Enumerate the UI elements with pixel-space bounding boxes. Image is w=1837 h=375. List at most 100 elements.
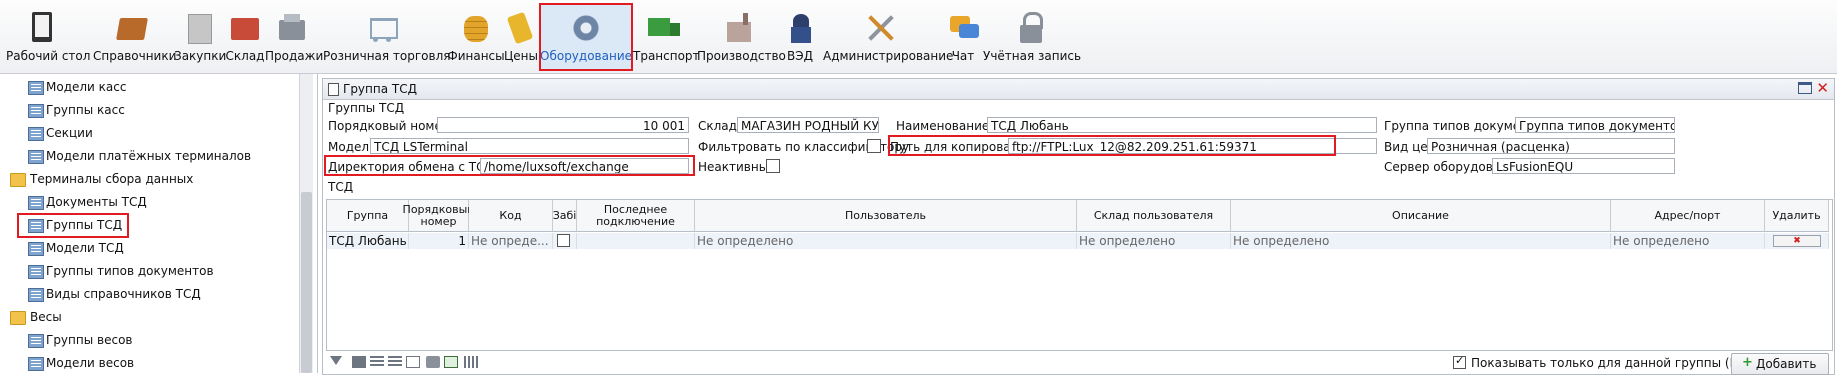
toolbar-label: Розничная торговля xyxy=(323,49,451,63)
add-button[interactable]: + Добавить xyxy=(1731,353,1829,375)
folder-icon xyxy=(10,311,26,325)
sidebar-item-tsd-documents[interactable]: Документы ТСД xyxy=(8,191,293,214)
column-header-description[interactable]: Описание xyxy=(1231,200,1611,232)
price-tag-icon xyxy=(503,10,539,46)
gear-icon xyxy=(568,10,604,46)
toolbar-finance[interactable]: Финансы xyxy=(447,4,505,70)
cell-code[interactable]: Не опреде... xyxy=(469,233,553,249)
column-header-group[interactable]: Группа xyxy=(327,200,409,232)
settings-icon[interactable] xyxy=(406,356,420,368)
toolbar-purchases[interactable]: Закупки xyxy=(174,4,226,70)
books-icon xyxy=(114,10,150,46)
column-header-code[interactable]: Код xyxy=(469,200,553,232)
checkmark-icon: ✓ xyxy=(1455,354,1465,367)
equipment-server-field[interactable]: LsFusionEQU xyxy=(1492,158,1675,174)
show-only-group-checkbox[interactable]: ✓ xyxy=(1453,354,1466,369)
delete-icon[interactable]: ✖ xyxy=(1773,235,1821,247)
customs-officer-icon xyxy=(783,10,819,46)
order-number-label: Порядковый номер xyxy=(328,119,450,133)
model-field[interactable]: ТСД LSTerminal xyxy=(370,138,689,154)
tsd-group-form: Группа ТСД ✕ Группы ТСД Порядковый номер… xyxy=(322,78,1835,375)
cell-blocked[interactable] xyxy=(553,233,577,249)
toolbar-administration[interactable]: Администрирование xyxy=(823,4,954,70)
price-type-field[interactable]: Розничная (расценка) xyxy=(1427,138,1675,154)
sidebar-folder-data-terminals[interactable]: Терминалы сбора данных xyxy=(8,168,293,191)
toolbar-equipment[interactable]: Оборудование xyxy=(539,3,633,71)
sidebar-item-cash-groups[interactable]: Группы касс xyxy=(8,99,293,122)
toolbar-production[interactable]: Производство xyxy=(697,4,786,70)
cell-user[interactable]: Не определено xyxy=(695,233,1077,249)
table-icon xyxy=(28,357,44,371)
sidebar-item-tsd-directory-types[interactable]: Виды справочников ТСД xyxy=(8,283,293,306)
cell-description[interactable]: Не определено xyxy=(1231,233,1611,249)
sidebar-item-scale-models[interactable]: Модели весов xyxy=(8,352,293,375)
name-label: Наименование xyxy=(896,119,990,133)
grid-section-label: ТСД xyxy=(328,180,354,194)
sidebar-item-sections[interactable]: Секции xyxy=(8,122,293,145)
toolbar-sales[interactable]: Продажи xyxy=(265,4,323,70)
toolbar-label: Оборудование xyxy=(540,49,632,63)
scrollbar-thumb[interactable] xyxy=(301,192,312,373)
sidebar-item-scale-groups[interactable]: Группы весов xyxy=(8,329,293,352)
sidebar-item-doc-type-groups[interactable]: Группы типов документов xyxy=(8,260,293,283)
warehouse-field[interactable]: МАГАЗИН РОДНЫЙ КУТ xyxy=(737,117,879,133)
sidebar-scrollbar[interactable] xyxy=(299,74,313,373)
columns-icon[interactable] xyxy=(464,356,478,368)
toolbar-prices[interactable]: Цены xyxy=(503,4,539,70)
sidebar-item-label: Терминалы сбора данных xyxy=(30,172,194,186)
section-label: Группы ТСД xyxy=(328,101,405,115)
toolbar-chat[interactable]: Чат xyxy=(946,4,980,70)
filter-icon[interactable] xyxy=(330,356,342,365)
print-icon[interactable] xyxy=(426,356,440,368)
filter-classifier-checkbox[interactable] xyxy=(867,139,881,153)
grid-footer-toolbar: ✓ Показывать только для данной группы (F… xyxy=(326,353,1831,375)
list-icon[interactable] xyxy=(370,356,384,368)
boxes-icon xyxy=(182,10,218,46)
column-header-user-warehouse[interactable]: Склад пользователя xyxy=(1077,200,1231,232)
add-button-label: Добавить xyxy=(1756,357,1817,371)
export-excel-icon[interactable] xyxy=(444,356,458,368)
inactive-checkbox[interactable] xyxy=(766,159,780,173)
coins-icon xyxy=(458,10,494,46)
sidebar-item-cash-models[interactable]: Модели касс xyxy=(8,76,293,99)
column-header-last-connection[interactable]: Последнее подключение xyxy=(577,200,695,232)
toolbar-label: Администрирование xyxy=(823,49,954,63)
sidebar-folder-scales[interactable]: Весы xyxy=(8,306,293,329)
toolbar-retail[interactable]: Розничная торговля xyxy=(323,4,451,70)
sum-icon[interactable] xyxy=(352,356,366,368)
cell-group[interactable]: ТСД Любань xyxy=(327,233,409,249)
name-field[interactable]: ТСД Любань xyxy=(987,117,1377,133)
order-number-field[interactable]: 10 001 xyxy=(437,117,689,133)
doc-type-group-field[interactable]: Группа типов документов xyxy=(1515,117,1675,133)
sidebar-item-label: Группы ТСД xyxy=(46,218,123,232)
blocked-checkbox[interactable] xyxy=(557,234,570,247)
sidebar-item-label: Группы весов xyxy=(46,333,133,347)
cell-delete[interactable]: ✖ xyxy=(1765,233,1829,249)
column-header-delete[interactable]: Удалить xyxy=(1765,200,1829,232)
column-header-order[interactable]: Порядковый номер xyxy=(403,200,474,232)
tsd-table: Группа Порядковый номер Код Забі Последн… xyxy=(326,199,1833,351)
column-header-address[interactable]: Адрес/порт xyxy=(1611,200,1765,232)
cell-user-warehouse[interactable]: Не определено xyxy=(1077,233,1231,249)
cell-address[interactable]: Не определено xyxy=(1611,233,1765,249)
plus-icon: + xyxy=(1742,355,1753,370)
toolbar-transport[interactable]: Транспорт xyxy=(633,4,700,70)
table-icon xyxy=(28,127,44,141)
maximize-icon[interactable] xyxy=(1798,82,1812,94)
column-header-user[interactable]: Пользователь xyxy=(695,200,1077,232)
cell-order[interactable]: 1 xyxy=(409,233,469,249)
document-icon xyxy=(328,83,339,96)
sidebar-item-tsd-groups[interactable]: Группы ТСД xyxy=(17,213,129,238)
toolbar-desktop[interactable]: Рабочий стол xyxy=(6,4,91,70)
sidebar-item-tsd-models[interactable]: Модели ТСД xyxy=(8,237,293,260)
group-icon[interactable] xyxy=(388,356,402,368)
column-header-blocked[interactable]: Забі xyxy=(553,200,577,232)
close-icon[interactable]: ✕ xyxy=(1816,79,1829,97)
cell-last-connection[interactable] xyxy=(577,233,695,249)
sidebar-item-payment-terminal-models[interactable]: Модели платёжных терминалов xyxy=(8,145,293,168)
toolbar-label: Рабочий стол xyxy=(6,49,91,63)
toolbar-warehouse[interactable]: Склад xyxy=(225,4,265,70)
toolbar-directories[interactable]: Справочники xyxy=(93,4,176,70)
toolbar-ved[interactable]: ВЭД xyxy=(783,4,817,70)
toolbar-account[interactable]: Учётная запись xyxy=(983,4,1081,70)
